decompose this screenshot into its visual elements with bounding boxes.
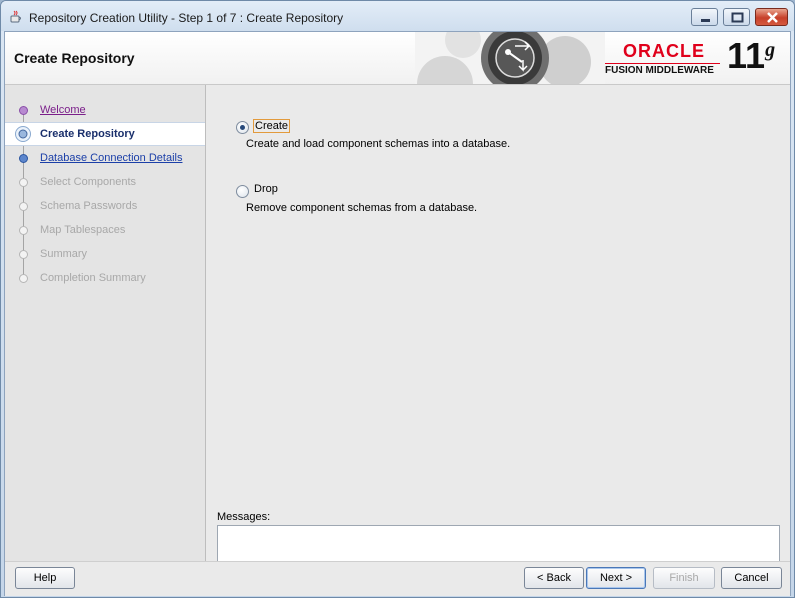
fusion-middleware-label: FUSION MIDDLEWARE (605, 65, 714, 76)
title-bar[interactable]: Repository Creation Utility - Step 1 of … (1, 1, 794, 31)
create-radio[interactable] (236, 121, 249, 134)
nav-item-label: Select Components (40, 176, 136, 188)
minimize-icon (701, 19, 710, 22)
messages-label: Messages: (217, 511, 271, 523)
client-area: Create Repository ORACLE FUSION MIDDLEWA… (4, 31, 791, 596)
nav-item-welcome[interactable]: Welcome (5, 99, 205, 121)
brand-rule (605, 63, 720, 64)
close-button[interactable] (755, 8, 788, 26)
nav-item-map-tablespaces: Map Tablespaces (5, 219, 205, 241)
oracle-logo: ORACLE FUSION MIDDLEWARE (605, 38, 725, 80)
close-icon (767, 12, 778, 23)
nav-item-label: Completion Summary (40, 272, 146, 284)
page-title: Create Repository (14, 50, 135, 66)
nav-item-summary: Summary (5, 243, 205, 265)
step-disabled-icon (19, 202, 28, 211)
nav-item-label: Map Tablespaces (40, 224, 126, 236)
main-content: Create Create and load component schemas… (206, 85, 790, 581)
step-pending-icon (19, 154, 28, 163)
drop-description: Remove component schemas from a database… (246, 202, 478, 214)
nav-item-label: Schema Passwords (40, 200, 138, 212)
drop-radio[interactable] (236, 185, 249, 198)
nav-item-create-repository[interactable]: Create Repository (5, 122, 205, 146)
nav-item-select-components: Select Components (5, 171, 205, 193)
java-cup-icon (10, 10, 21, 23)
gears-graphic (415, 32, 605, 84)
step-disabled-icon (19, 250, 28, 259)
create-description: Create and load component schemas into a… (246, 138, 511, 150)
nav-item-schema-passwords: Schema Passwords (5, 195, 205, 217)
minimize-button[interactable] (691, 8, 718, 26)
oracle-brand: ORACLE (623, 41, 705, 61)
window-title: Repository Creation Utility - Step 1 of … (29, 11, 344, 25)
nav-item-database-connection-details[interactable]: Database Connection Details (5, 147, 205, 169)
nav-item-label: Database Connection Details (40, 152, 183, 164)
nav-item-label: Welcome (40, 104, 86, 116)
cancel-button[interactable]: Cancel (721, 567, 782, 589)
maximize-icon (731, 12, 744, 23)
back-button[interactable]: < Back (524, 567, 584, 589)
step-navigation: Welcome Create Repository Database Conne… (5, 85, 206, 561)
next-button[interactable]: Next > (586, 567, 646, 589)
step-disabled-icon (19, 274, 28, 283)
nav-item-label: Create Repository (40, 128, 135, 140)
drop-radio-label[interactable]: Drop (253, 183, 279, 195)
button-bar: Help < Back Next > Finish Cancel (5, 561, 790, 596)
step-disabled-icon (19, 178, 28, 187)
step-disabled-icon (19, 226, 28, 235)
step-complete-icon (19, 106, 28, 115)
help-button[interactable]: Help (15, 567, 75, 589)
version-letter: g (765, 39, 776, 61)
header-banner: Create Repository ORACLE FUSION MIDDLEWA… (5, 32, 790, 85)
nav-item-completion-summary: Completion Summary (5, 267, 205, 289)
current-step-icon (15, 126, 31, 142)
version-number: 11 (727, 35, 766, 76)
finish-button: Finish (653, 567, 715, 589)
maximize-button[interactable] (723, 8, 750, 26)
nav-item-label: Summary (40, 248, 88, 260)
create-radio-label[interactable]: Create (253, 119, 291, 133)
version-label: 11g (727, 34, 775, 78)
application-window: Repository Creation Utility - Step 1 of … (0, 0, 795, 598)
